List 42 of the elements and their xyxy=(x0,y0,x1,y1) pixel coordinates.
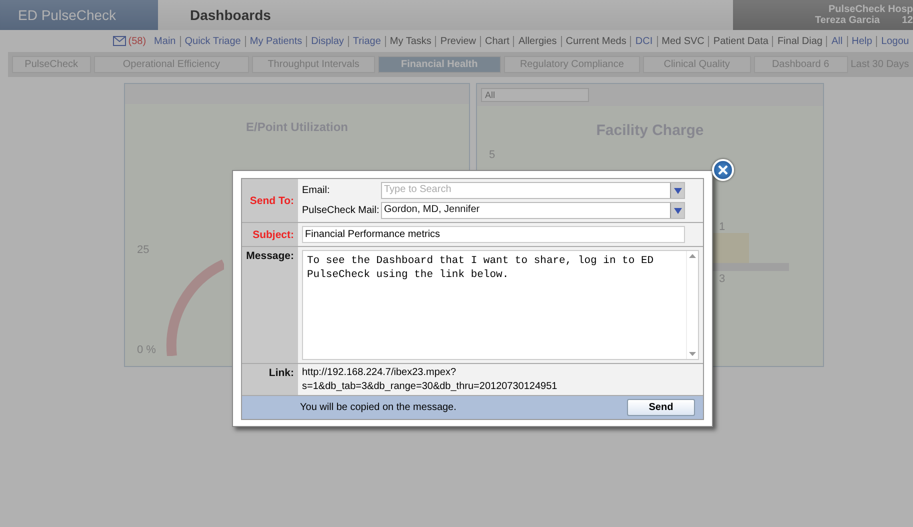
subject-label: Subject: xyxy=(242,223,298,247)
nav-link[interactable]: Final Diag xyxy=(772,36,826,46)
facility-name: PulseCheck Hosp xyxy=(828,4,913,15)
dashboard-tab[interactable]: Financial Health xyxy=(378,56,501,73)
close-icon xyxy=(718,165,728,175)
caret-icon xyxy=(674,188,682,194)
message-label: Message: xyxy=(242,247,298,364)
nav-link[interactable]: Med SVC xyxy=(656,36,708,46)
message-field[interactable]: To see the Dashboard that I want to share, log in to ED PulseCheck using the link below. xyxy=(302,250,699,360)
nav-link[interactable]: Display xyxy=(306,36,348,46)
scroll-down-icon[interactable] xyxy=(689,352,696,356)
send-button[interactable]: Send xyxy=(627,399,695,416)
link-label: Link: xyxy=(242,364,298,396)
filter-dropdown[interactable]: All xyxy=(481,88,589,102)
app-name: ED PulseCheck xyxy=(0,0,158,30)
nav-link[interactable]: Triage xyxy=(348,36,385,46)
nav-link[interactable]: Logou xyxy=(876,36,913,46)
mail-label: PulseCheck Mail: xyxy=(302,205,380,216)
email-field[interactable]: Type to Search xyxy=(381,182,685,199)
nav-link[interactable]: Quick Triage xyxy=(180,36,245,46)
caret-icon xyxy=(674,208,682,214)
nav-link[interactable]: Preview xyxy=(435,36,480,46)
nav-link[interactable]: Allergies xyxy=(513,36,561,46)
email-label: Email: xyxy=(302,185,331,196)
copy-note: You will be copied on the message. xyxy=(300,402,458,413)
nav-link[interactable]: All xyxy=(826,36,847,46)
nav-link[interactable]: My Tasks xyxy=(384,36,436,46)
user-info: 12 xyxy=(902,15,913,26)
nav-link[interactable]: Current Meds xyxy=(560,36,630,46)
scroll-up-icon[interactable] xyxy=(689,254,696,258)
nav-link[interactable]: Main xyxy=(150,36,180,46)
nav-link[interactable]: My Patients xyxy=(244,36,306,46)
nav-link[interactable]: Help xyxy=(846,36,876,46)
message-count: (58) xyxy=(128,36,146,46)
nav-link[interactable]: Patient Data xyxy=(708,36,772,46)
subject-field[interactable]: Financial Performance metrics xyxy=(302,226,685,243)
nav-link[interactable]: DCI xyxy=(630,36,657,46)
mail-icon[interactable] xyxy=(113,36,126,46)
nav-link[interactable]: Chart xyxy=(480,36,514,46)
recipient-dropdown[interactable]: Gordon, MD, Jennifer xyxy=(381,202,685,219)
send-to-label: Send To: xyxy=(242,179,298,223)
user-name: Tereza Garcia xyxy=(815,15,880,26)
